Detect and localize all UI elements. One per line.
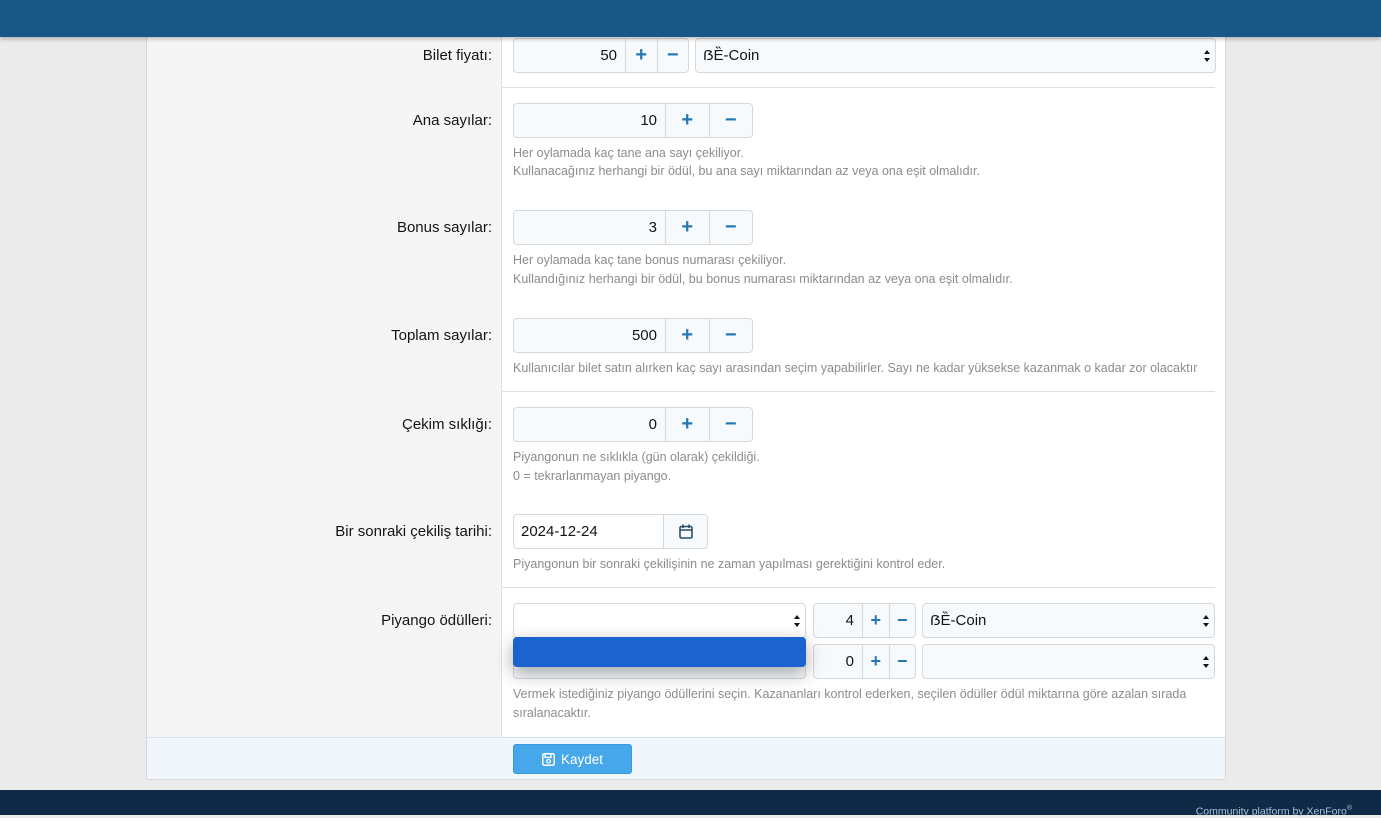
minus-icon: − bbox=[724, 324, 737, 346]
footer-credit-text: Community platform by XenForo bbox=[1195, 805, 1347, 818]
bonus-numbers-stepper: + − bbox=[513, 210, 753, 245]
bonus-numbers-hint-2: Kullandığınız herhangi bir ödül, bu bonu… bbox=[513, 272, 1013, 286]
draw-frequency-input[interactable] bbox=[514, 408, 665, 441]
main-numbers-input[interactable] bbox=[514, 104, 665, 137]
plus-icon: + bbox=[635, 44, 648, 66]
plus-icon: + bbox=[870, 651, 881, 671]
site-header-bar bbox=[0, 0, 1381, 37]
plus-icon: + bbox=[681, 216, 694, 238]
draw-frequency-decrement-button[interactable]: − bbox=[708, 408, 753, 441]
main-numbers-hint-1: Her oylamada kaç tane ana sayı çekiliyor… bbox=[513, 146, 744, 160]
divider bbox=[502, 391, 1215, 392]
ticket-price-currency-select[interactable]: ẞȄ-Coin bbox=[695, 38, 1216, 73]
next-draw-date-label: Bir sonraki çekiliş tarihi: bbox=[335, 523, 492, 540]
plus-icon: + bbox=[681, 413, 694, 435]
draw-frequency-label: Çekim sıklığı: bbox=[401, 416, 492, 433]
prize-currency-1-select[interactable]: ẞȄ-Coin bbox=[922, 603, 1215, 638]
minus-icon: − bbox=[724, 413, 737, 435]
calendar-icon bbox=[678, 524, 693, 539]
prize-amount-1-stepper: + − bbox=[813, 603, 916, 638]
registered-mark: ® bbox=[1346, 805, 1352, 812]
ticket-price-decrement-button[interactable]: − bbox=[656, 39, 689, 72]
next-draw-date-value: 2024-12-24 bbox=[521, 523, 598, 540]
divider bbox=[502, 87, 1215, 88]
minus-icon: − bbox=[666, 44, 679, 66]
prize-amount-2-increment-button[interactable]: + bbox=[862, 645, 889, 678]
plus-icon: + bbox=[681, 324, 694, 346]
bonus-numbers-decrement-button[interactable]: − bbox=[708, 211, 753, 244]
bonus-numbers-label: Bonus sayılar: bbox=[396, 219, 492, 236]
total-numbers-stepper: + − bbox=[513, 318, 753, 353]
select-arrows-icon bbox=[1203, 656, 1209, 668]
plus-icon: + bbox=[681, 109, 694, 131]
main-numbers-decrement-button[interactable]: − bbox=[708, 104, 753, 137]
prize-amount-2-decrement-button[interactable]: − bbox=[888, 645, 916, 678]
main-numbers-hint-2: Kullanacağınız herhangi bir ödül, bu ana… bbox=[513, 164, 980, 178]
ticket-price-stepper: + − bbox=[513, 38, 689, 73]
minus-icon: − bbox=[896, 651, 908, 671]
prize-amount-1-increment-button[interactable]: + bbox=[862, 604, 889, 637]
divider bbox=[502, 587, 1215, 588]
minus-icon: − bbox=[896, 610, 908, 630]
draw-frequency-increment-button[interactable]: + bbox=[665, 408, 709, 441]
site-footer-bar: Community platform by XenForo® bbox=[0, 790, 1381, 818]
prize-amount-2-stepper: + − bbox=[813, 644, 916, 679]
next-draw-date-field[interactable]: 2024-12-24 bbox=[513, 514, 708, 549]
minus-icon: − bbox=[724, 216, 737, 238]
total-numbers-input[interactable] bbox=[514, 319, 665, 352]
form-submit-row: Kaydet bbox=[147, 737, 1225, 779]
total-numbers-increment-button[interactable]: + bbox=[665, 319, 709, 352]
prize-currency-1-value: ẞȄ-Coin bbox=[930, 612, 987, 629]
label-column bbox=[147, 37, 502, 737]
ticket-price-input[interactable] bbox=[514, 39, 625, 72]
draw-frequency-stepper: + − bbox=[513, 407, 753, 442]
minus-icon: − bbox=[724, 109, 737, 131]
calendar-button[interactable] bbox=[663, 515, 707, 548]
total-numbers-hint: Kullanıcılar bilet satın alırken kaç say… bbox=[513, 361, 1198, 375]
lottery-settings-form: Bilet fiyatı: + − ẞȄ-Coin Ana sayılar: +… bbox=[146, 37, 1226, 780]
footer-credit-link[interactable]: Community platform by XenForo® bbox=[1196, 805, 1352, 818]
prize-dropdown-highlighted-option[interactable] bbox=[513, 637, 806, 667]
floppy-disk-icon bbox=[542, 752, 555, 766]
total-numbers-label: Toplam sayılar: bbox=[391, 327, 492, 344]
prizes-hint-2: sıralanacaktır. bbox=[513, 706, 591, 720]
prize-currency-2-select[interactable] bbox=[922, 644, 1215, 679]
draw-frequency-hint-1: Piyangonun ne sıklıkla (gün olarak) çeki… bbox=[513, 450, 760, 464]
ticket-price-currency-value: ẞȄ-Coin bbox=[703, 47, 760, 64]
prize-select-1[interactable] bbox=[513, 603, 806, 638]
draw-frequency-hint-2: 0 = tekrarlanmayan piyango. bbox=[513, 469, 672, 483]
select-arrows-icon bbox=[1204, 50, 1210, 62]
prizes-hint-1: Vermek istediğiniz piyango ödüllerini se… bbox=[513, 687, 1187, 701]
prize-amount-1-input[interactable] bbox=[814, 604, 862, 637]
plus-icon: + bbox=[870, 610, 881, 630]
prize-amount-1-decrement-button[interactable]: − bbox=[888, 604, 916, 637]
main-numbers-increment-button[interactable]: + bbox=[665, 104, 709, 137]
bonus-numbers-input[interactable] bbox=[514, 211, 665, 244]
main-numbers-stepper: + − bbox=[513, 103, 753, 138]
main-numbers-label: Ana sayılar: bbox=[412, 112, 492, 129]
ticket-price-increment-button[interactable]: + bbox=[625, 39, 657, 72]
select-arrows-icon bbox=[1203, 615, 1209, 627]
prize-amount-2-input[interactable] bbox=[814, 645, 862, 678]
bonus-numbers-increment-button[interactable]: + bbox=[665, 211, 709, 244]
bonus-numbers-hint-1: Her oylamada kaç tane bonus numarası çek… bbox=[513, 253, 787, 267]
select-arrows-icon bbox=[794, 615, 800, 627]
total-numbers-decrement-button[interactable]: − bbox=[708, 319, 753, 352]
save-button-label: Kaydet bbox=[560, 751, 604, 767]
next-draw-date-hint: Piyangonun bir sonraki çekilişinin ne za… bbox=[513, 557, 946, 571]
prizes-label: Piyango ödülleri: bbox=[381, 612, 492, 629]
save-button[interactable]: Kaydet bbox=[513, 744, 632, 774]
ticket-price-label: Bilet fiyatı: bbox=[422, 47, 492, 64]
